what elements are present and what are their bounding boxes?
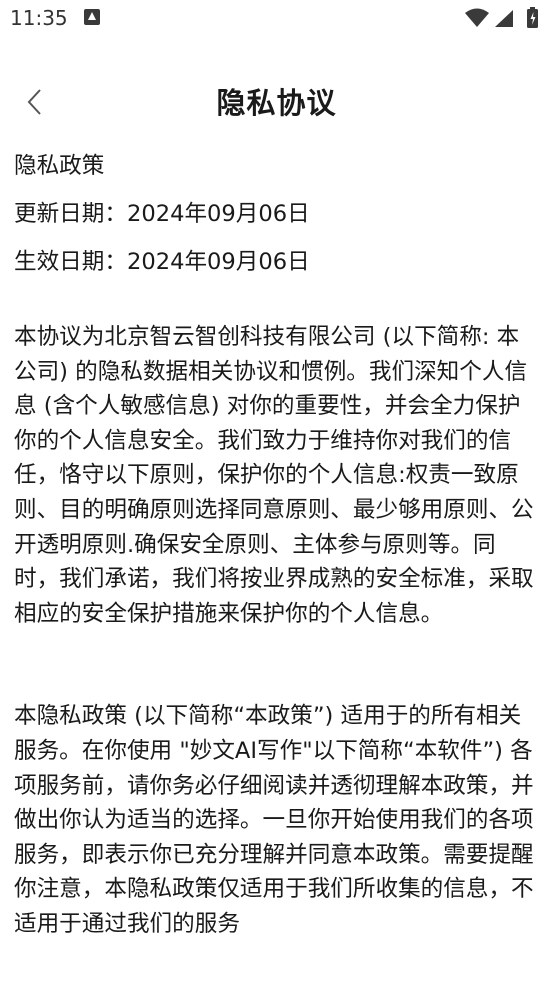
nav-bar: 隐私协议 [0,70,553,134]
policy-paragraph: 本隐私政策 (以下简称“本政策”) 适用于的所有相关服务。在你使用 "妙文AI写… [14,703,534,937]
status-time: 11:35 [10,6,68,30]
status-icons-svg [465,7,538,28]
page-title: 隐私协议 [216,86,337,120]
battery-icon [527,7,538,28]
wifi-icon [465,8,489,27]
policy-content[interactable]: 隐私政策 更新日期：2024年09月06日 生效日期：2024年09月06日 本… [14,146,539,942]
policy-paragraph: 本协议为北京智云智创科技有限公司 (以下简称: 本公司) 的隐私数据相关协议和惯… [14,324,534,627]
signal-icon [495,10,513,27]
status-icons [461,6,545,30]
updated-date: 更新日期：2024年09月06日 [14,201,310,227]
status-bar: 11:35 [0,0,553,38]
policy-name: 隐私政策 [14,153,105,179]
effective-date: 生效日期：2024年09月06日 [14,249,310,275]
notification-icon [84,9,100,25]
